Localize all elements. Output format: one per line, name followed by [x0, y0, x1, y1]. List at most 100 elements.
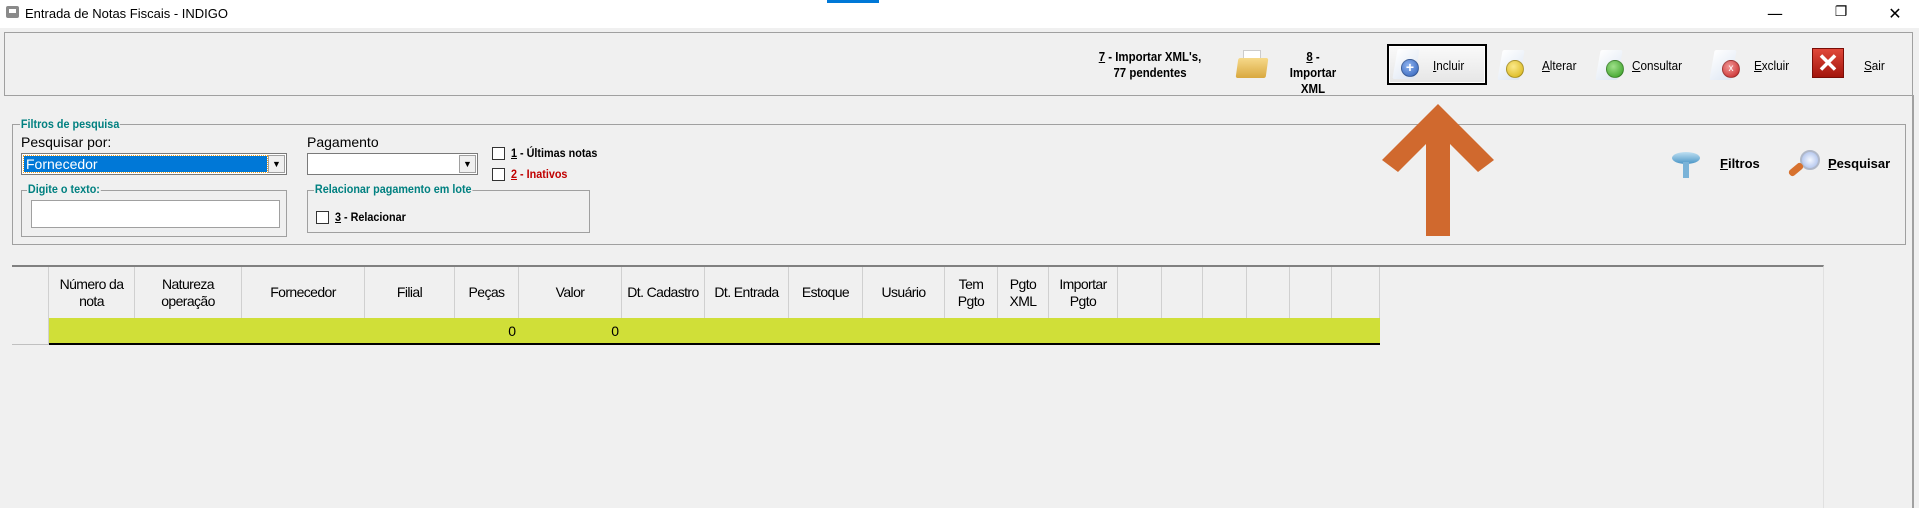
incluir-button[interactable]: + Incluir	[1387, 44, 1487, 85]
table-cell[interactable]	[863, 318, 945, 345]
funnel-stem	[1683, 162, 1689, 178]
label: esquisar	[1836, 156, 1891, 171]
chevron-down-icon[interactable]: ▼	[268, 155, 285, 173]
table-cell[interactable]	[1118, 318, 1162, 345]
column-header[interactable]: Estoque	[789, 267, 863, 318]
filtros-button[interactable]: Filtros	[1670, 148, 1770, 184]
search-text-input[interactable]	[31, 200, 280, 228]
label: lterar	[1549, 58, 1577, 73]
window-title: Entrada de Notas Fiscais - INDIGO	[25, 6, 229, 21]
delete-icon: x	[1722, 60, 1740, 78]
payment-label: Pagamento	[307, 134, 379, 150]
table-cell[interactable]	[365, 318, 455, 345]
consultar-button[interactable]: Consultar	[1594, 46, 1694, 84]
column-header[interactable]: Número da nota	[49, 267, 135, 318]
label: xcluir	[1761, 58, 1790, 73]
shortcut-key: P	[1828, 156, 1837, 171]
column-header[interactable]: Usuário	[863, 267, 945, 318]
column-header[interactable]: Fornecedor	[242, 267, 365, 318]
column-header[interactable]	[1247, 267, 1290, 318]
table-cell[interactable]	[1049, 318, 1118, 345]
table-cell[interactable]	[49, 318, 135, 345]
table-cell[interactable]: 0	[455, 318, 519, 345]
table-cell[interactable]	[622, 318, 705, 345]
label: iltros	[1727, 156, 1760, 171]
exit-icon: ✕	[1812, 48, 1844, 78]
filters-legend: Filtros de pesquisa	[20, 117, 121, 131]
label: - Relacionar	[341, 210, 406, 224]
row-selector[interactable]	[12, 318, 49, 345]
sair-button[interactable]: ✕ Sair	[1812, 48, 1892, 82]
shortcut-key: E	[1754, 58, 1762, 73]
shortcut-key: A	[1542, 58, 1550, 73]
title-bar: Entrada de Notas Fiscais - INDIGO — ❐ ✕	[0, 0, 1919, 28]
restore-button[interactable]: ❐	[1826, 4, 1856, 20]
column-header[interactable]: Peças	[455, 267, 519, 318]
column-header[interactable]	[1332, 267, 1380, 318]
relacionar-checkbox[interactable]	[316, 211, 329, 224]
arrow-shape	[1382, 104, 1494, 236]
selected-value: Fornecedor	[23, 155, 268, 173]
row-header-corner	[12, 267, 49, 318]
payment-select[interactable]: ▼	[307, 153, 478, 175]
pesquisar-button[interactable]: Pesquisar	[1787, 148, 1900, 184]
column-header[interactable]: Valor	[519, 267, 622, 318]
ultimas-notas-label: 1 - Últimas notas	[511, 146, 597, 160]
label: 77 pendentes	[1113, 65, 1187, 80]
table-cell[interactable]	[945, 318, 998, 345]
pencil-icon	[1506, 60, 1524, 78]
shortcut-key: S	[1864, 58, 1872, 73]
magnifier-handle	[1787, 161, 1805, 178]
lote-legend: Relacionar pagamento em lote	[314, 182, 473, 196]
table-cell[interactable]	[1162, 318, 1203, 345]
search-by-select[interactable]: Fornecedor ▼	[21, 153, 287, 175]
label: - Inativos	[517, 167, 568, 181]
ultimas-notas-checkbox[interactable]	[492, 147, 505, 160]
column-header[interactable]: Natureza operação	[135, 267, 242, 318]
table-cell[interactable]	[1247, 318, 1290, 345]
label: air	[1871, 58, 1885, 73]
table-cell[interactable]	[1290, 318, 1332, 345]
label: - Importar XML's,	[1105, 49, 1202, 64]
column-header[interactable]: Importar Pgto	[1049, 267, 1118, 318]
inativos-checkbox[interactable]	[492, 168, 505, 181]
column-header[interactable]	[1290, 267, 1332, 318]
table-cell[interactable]	[789, 318, 863, 345]
inativos-label: 2 - Inativos	[511, 167, 567, 181]
close-button[interactable]: ✕	[1880, 4, 1910, 23]
table-cell[interactable]	[1203, 318, 1247, 345]
table-cell[interactable]	[242, 318, 365, 345]
text-legend: Digite o texto:	[27, 182, 101, 196]
table-cell[interactable]: 0	[519, 318, 622, 345]
column-header[interactable]	[1203, 267, 1247, 318]
import-xml-button[interactable]: 8 - Importar XML	[1282, 49, 1344, 97]
column-header[interactable]: Tem Pgto	[945, 267, 998, 318]
label: onsultar	[1640, 58, 1683, 73]
window-border	[1912, 95, 1914, 508]
shortcut-key: F	[1720, 156, 1728, 171]
table-cell[interactable]	[135, 318, 242, 345]
table-cell[interactable]	[705, 318, 789, 345]
label: XML	[1300, 81, 1326, 96]
folder-icon[interactable]	[1235, 50, 1269, 78]
column-header[interactable]: Dt. Entrada	[705, 267, 789, 318]
column-header[interactable]: Dt. Cadastro	[622, 267, 705, 318]
notes-grid[interactable]: Número da nota Natureza operação Fornecedo…	[12, 265, 1824, 508]
alterar-button[interactable]: Alterar	[1496, 46, 1576, 84]
filters-group	[12, 124, 1906, 245]
column-header[interactable]: Filial	[365, 267, 455, 318]
column-header[interactable]	[1118, 267, 1162, 318]
chevron-down-icon[interactable]: ▼	[459, 155, 476, 173]
excluir-button[interactable]: x Excluir	[1708, 46, 1798, 84]
table-cell[interactable]	[998, 318, 1049, 345]
label: ncluir	[1436, 58, 1465, 73]
label: - Importar	[1289, 49, 1337, 80]
column-header[interactable]: Pgto XML	[998, 267, 1049, 318]
column-header[interactable]	[1162, 267, 1203, 318]
minimize-button[interactable]: —	[1760, 4, 1790, 23]
import-xmls-button[interactable]: 7 - Importar XML's, 77 pendentes	[1093, 49, 1207, 81]
table-cell[interactable]	[1332, 318, 1380, 345]
label: - Últimas notas	[517, 146, 598, 160]
focus-indicator	[827, 0, 879, 3]
search-icon	[1606, 60, 1624, 78]
